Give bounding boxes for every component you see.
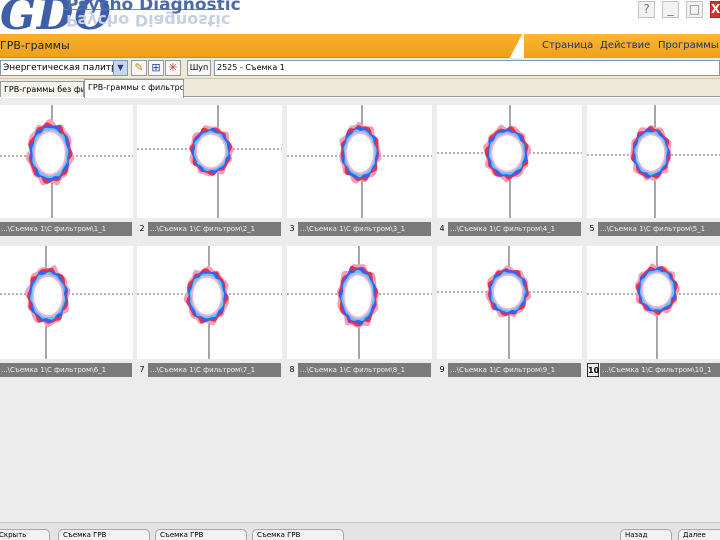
gram-caption: 6...\Съемка 1\С фильтром\6_1	[0, 363, 133, 377]
section-title: ГРВ-граммы	[0, 39, 70, 52]
gram-image[interactable]	[437, 105, 582, 218]
gram-number: 3	[289, 224, 295, 233]
tab-with-filter[interactable]: ГРВ-граммы с фильтром	[84, 79, 184, 98]
gram-file-label: ...\Съемка 1\С фильтром\3_1	[298, 222, 431, 236]
capture-tab-2[interactable]: Съемка ГРВ	[155, 529, 247, 540]
app-subtitle-reflection: Psycho Diagnostic	[66, 11, 231, 30]
gram-file-label: ...\Съемка 1\С фильтром\9_1	[448, 363, 581, 377]
back-button[interactable]: Назад	[620, 529, 672, 540]
gdv-aura-figure	[287, 246, 432, 359]
gdv-aura-figure	[437, 105, 582, 218]
menu-bar-right: Страница Действие Программы	[524, 34, 720, 58]
menu-item-programs[interactable]: Программы	[658, 40, 719, 51]
menu-item-action[interactable]: Действие	[600, 40, 650, 51]
finger-core	[34, 276, 62, 316]
gram-grid: 1...\Съемка 1\С фильтром\1_12...\Съемка …	[0, 98, 720, 522]
gram-file-label: ...\Съемка 1\С фильтром\1_1	[0, 222, 132, 236]
gram-image[interactable]	[287, 246, 432, 359]
gram-image[interactable]	[587, 246, 720, 359]
finger-core	[344, 275, 372, 317]
finger-core	[637, 135, 665, 171]
tool-wrench-icon[interactable]: ✎	[131, 60, 147, 76]
gdv-aura-figure	[287, 105, 432, 218]
help-button[interactable]: ?	[638, 1, 655, 18]
gram-image[interactable]	[137, 246, 282, 359]
minimize-button[interactable]: _	[662, 1, 679, 18]
gram-file-label: ...\Съемка 1\С фильтром\10_1	[600, 363, 720, 377]
finger-core	[492, 135, 522, 171]
finger-core	[643, 273, 671, 307]
session-field[interactable]: 2525 - Съемка 1	[214, 60, 720, 76]
gram-file-label: ...\Съемка 1\С фильтром\7_1	[148, 363, 281, 377]
gram-image[interactable]	[137, 105, 282, 218]
center-grid-icon[interactable]: ⊞	[148, 60, 164, 76]
menu-bar: ГРВ-граммы Страница Действие Программы	[0, 34, 720, 58]
gram-number: 4	[439, 224, 445, 233]
hide-button[interactable]: Скрыть	[0, 529, 50, 540]
gram-caption: 8 ...\Съемка 1\С фильтром\8_1	[287, 363, 432, 377]
gram-image[interactable]	[0, 105, 133, 218]
gram-image[interactable]	[0, 246, 133, 359]
gram-file-label: ...\Съемка 1\С фильтром\8_1	[298, 363, 431, 377]
gram-number: 9	[439, 365, 445, 374]
probe-button[interactable]: Шуп	[187, 60, 211, 76]
gram-number: 2	[139, 224, 145, 233]
gram-image[interactable]	[287, 105, 432, 218]
gram-number: 5	[589, 224, 595, 233]
gram-file-label: ...\Съемка 1\С фильтром\4_1	[448, 222, 581, 236]
gram-number: 8	[289, 365, 295, 374]
finger-core	[346, 133, 374, 173]
gdv-aura-figure	[0, 246, 133, 359]
next-button[interactable]: Далее	[678, 529, 720, 540]
gram-caption: 5 ...\Съемка 1\С фильтром\5_1	[587, 222, 720, 236]
finger-core	[494, 275, 522, 309]
gdv-aura-figure	[587, 105, 720, 218]
gram-caption: 4 ...\Съемка 1\С фильтром\4_1	[437, 222, 582, 236]
gram-caption: 2 ...\Съемка 1\С фильтром\2_1	[137, 222, 282, 236]
gram-caption: 3 ...\Съемка 1\С фильтром\3_1	[287, 222, 432, 236]
gdv-aura-figure	[437, 246, 582, 359]
gram-caption: 9 ...\Съемка 1\С фильтром\9_1	[437, 363, 582, 377]
gdv-aura-figure	[0, 105, 133, 218]
capture-tab-1[interactable]: Съемка ГРВ	[58, 529, 150, 540]
finger-core	[197, 134, 225, 168]
gram-image[interactable]	[587, 105, 720, 218]
tab-without-filter[interactable]: ГРВ-граммы без фильтра	[0, 81, 84, 97]
gram-file-label: ...\Съемка 1\С фильтром\6_1	[0, 363, 132, 377]
title-bar: GDO Psycho Diagnostic Psycho Diagnostic …	[0, 0, 720, 39]
finger-core	[193, 277, 221, 315]
close-button[interactable]: X	[710, 1, 720, 18]
maximize-button[interactable]: □	[686, 1, 703, 18]
gram-number: 10	[587, 363, 599, 377]
gram-caption: 1...\Съемка 1\С фильтром\1_1	[0, 222, 133, 236]
crosshair-star-icon[interactable]: ✳	[165, 60, 181, 76]
gdv-aura-figure	[137, 105, 282, 218]
gdv-aura-figure	[137, 246, 282, 359]
gram-caption: 10 ...\Съемка 1\С фильтром\10_1	[587, 363, 720, 377]
chevron-down-icon[interactable]: ▼	[113, 61, 127, 75]
tab-strip: ГРВ-граммы без фильтра ГРВ-граммы с филь…	[0, 79, 720, 98]
gdv-aura-figure	[587, 246, 720, 359]
gram-caption: 7 ...\Съемка 1\С фильтром\7_1	[137, 363, 282, 377]
gram-number: 7	[139, 365, 145, 374]
finger-core	[35, 132, 65, 174]
palette-select[interactable]: Энергетическая палитра ▼	[0, 60, 128, 76]
gram-image[interactable]	[437, 246, 582, 359]
gram-file-label: ...\Съемка 1\С фильтром\5_1	[598, 222, 720, 236]
palette-select-value: Энергетическая палитра	[3, 63, 123, 73]
capture-tab-3[interactable]: Съемка ГРВ	[252, 529, 344, 540]
menu-item-page[interactable]: Страница	[542, 40, 593, 51]
toolbar: Энергетическая палитра ▼ ✎ ⊞ ✳ Шуп 2525 …	[0, 58, 720, 79]
gram-file-label: ...\Съемка 1\С фильтром\2_1	[148, 222, 281, 236]
bottom-taskbar: Скрыть Съемка ГРВ Съемка ГРВ Съемка ГРВ …	[0, 522, 720, 540]
